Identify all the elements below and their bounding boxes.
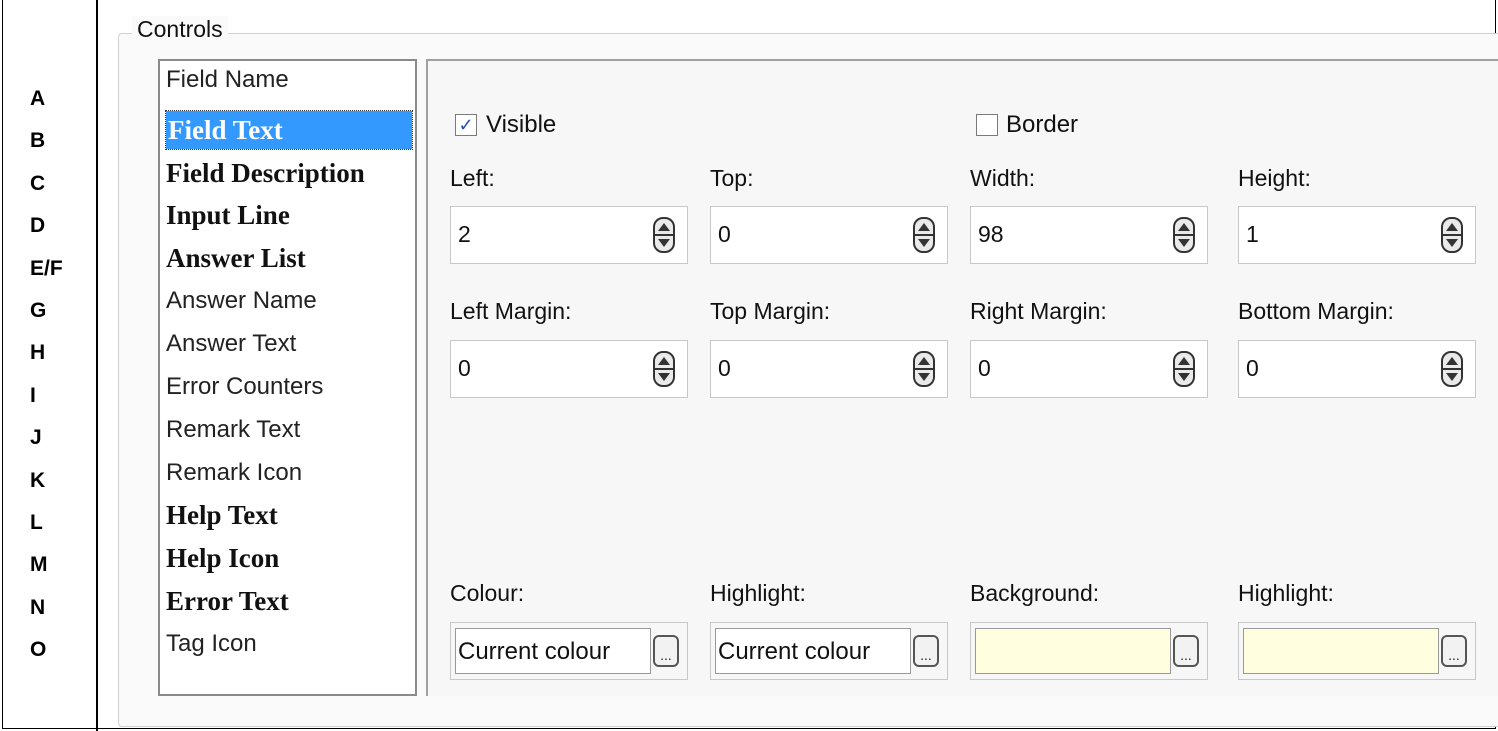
- list-item-error-counters[interactable]: Error Counters: [166, 368, 323, 406]
- top-margin-value[interactable]: 0: [718, 355, 731, 382]
- left-spinner[interactable]: 2: [450, 206, 688, 264]
- list-item-field-name[interactable]: Field Name: [166, 61, 289, 99]
- background-highlight-label: Highlight:: [1238, 580, 1334, 606]
- list-item-error-text[interactable]: Error Text: [166, 582, 289, 620]
- list-item-input-line[interactable]: Input Line: [166, 196, 290, 234]
- border-checkbox-label[interactable]: Border: [1006, 111, 1078, 139]
- background-highlight-browse-button[interactable]: ...: [1441, 635, 1467, 667]
- highlight-value: Current colour: [718, 638, 871, 665]
- colour-label: Colour:: [450, 580, 525, 606]
- height-spinner[interactable]: 1: [1238, 206, 1476, 264]
- list-item-field-description[interactable]: Field Description: [166, 154, 365, 192]
- spin-arrows-icon[interactable]: [1173, 351, 1195, 387]
- top-margin-label: Top Margin:: [710, 298, 831, 324]
- background-highlight-swatch[interactable]: [1243, 628, 1439, 674]
- background-swatch[interactable]: [975, 628, 1171, 674]
- controls-listbox[interactable]: Field Name Field Text Field Description …: [158, 59, 417, 696]
- spin-arrows-icon[interactable]: [653, 217, 675, 253]
- background-highlight-picker[interactable]: ...: [1238, 622, 1476, 680]
- list-item-answer-name[interactable]: Answer Name: [166, 282, 317, 320]
- colour-value: Current colour: [458, 638, 611, 665]
- background-label: Background:: [970, 580, 1100, 606]
- colour-picker[interactable]: Current colour ...: [450, 622, 688, 680]
- bottom-margin-spinner[interactable]: 0: [1238, 340, 1476, 398]
- row-letter: H: [30, 341, 46, 365]
- list-item-help-text[interactable]: Help Text: [166, 496, 278, 534]
- left-margin-label: Left Margin:: [450, 298, 572, 324]
- height-label: Height:: [1238, 165, 1311, 191]
- highlight-swatch[interactable]: Current colour: [715, 628, 911, 674]
- row-letter: C: [30, 171, 46, 195]
- height-value[interactable]: 1: [1246, 221, 1259, 248]
- bottom-margin-value[interactable]: 0: [1246, 355, 1259, 382]
- highlight-browse-button[interactable]: ...: [913, 635, 939, 667]
- left-margin-value[interactable]: 0: [458, 355, 471, 382]
- row-letter-column: A B C D E/F G H I J K L M N O: [2, 0, 98, 731]
- row-letter: A: [30, 87, 46, 110]
- row-letter: B: [30, 129, 46, 153]
- list-item-tag-icon[interactable]: Tag Icon: [166, 625, 257, 663]
- left-margin-spinner[interactable]: 0: [450, 340, 688, 398]
- left-label: Left:: [450, 165, 495, 191]
- row-letter: D: [30, 214, 46, 238]
- width-value[interactable]: 98: [978, 221, 1004, 248]
- highlight-picker[interactable]: Current colour ...: [710, 622, 948, 680]
- bottom-margin-label: Bottom Margin:: [1238, 298, 1394, 324]
- spin-arrows-icon[interactable]: [1173, 217, 1195, 253]
- border-checkbox[interactable]: [976, 114, 998, 136]
- row-letter: J: [30, 426, 42, 450]
- list-item-answer-list[interactable]: Answer List: [166, 239, 306, 277]
- row-letter: E/F: [30, 256, 63, 280]
- visible-checkbox[interactable]: ✓: [455, 114, 477, 136]
- spin-arrows-icon[interactable]: [1441, 217, 1463, 253]
- row-letter: M: [30, 553, 48, 577]
- spin-arrows-icon[interactable]: [1441, 351, 1463, 387]
- row-letter: L: [30, 510, 43, 534]
- top-margin-spinner[interactable]: 0: [710, 340, 948, 398]
- left-value[interactable]: 2: [458, 221, 471, 248]
- colour-swatch[interactable]: Current colour: [455, 628, 651, 674]
- width-label: Width:: [970, 165, 1036, 191]
- visible-checkbox-label[interactable]: Visible: [486, 111, 556, 139]
- list-item-remark-icon[interactable]: Remark Icon: [166, 454, 302, 492]
- row-letter: N: [30, 595, 46, 619]
- right-margin-label: Right Margin:: [970, 298, 1107, 324]
- spin-arrows-icon[interactable]: [913, 217, 935, 253]
- controls-group-title: Controls: [132, 16, 228, 43]
- list-item-answer-text[interactable]: Answer Text: [166, 325, 296, 363]
- list-item-help-icon[interactable]: Help Icon: [166, 539, 279, 577]
- row-letter: I: [30, 383, 36, 407]
- row-letter: G: [30, 298, 47, 322]
- row-letters: A B C D E/F G H I J K L M N O: [30, 78, 63, 671]
- top-value[interactable]: 0: [718, 221, 731, 248]
- highlight-label: Highlight:: [710, 580, 806, 606]
- right-margin-value[interactable]: 0: [978, 355, 991, 382]
- background-browse-button[interactable]: ...: [1173, 635, 1199, 667]
- row-letter: K: [30, 468, 46, 492]
- width-spinner[interactable]: 98: [970, 206, 1208, 264]
- background-picker[interactable]: ...: [970, 622, 1208, 680]
- top-label: Top:: [710, 165, 754, 191]
- list-item-remark-text[interactable]: Remark Text: [166, 411, 300, 449]
- right-margin-spinner[interactable]: 0: [970, 340, 1208, 398]
- top-spinner[interactable]: 0: [710, 206, 948, 264]
- spin-arrows-icon[interactable]: [653, 351, 675, 387]
- colour-browse-button[interactable]: ...: [653, 635, 679, 667]
- row-letter: O: [30, 638, 47, 662]
- spin-arrows-icon[interactable]: [913, 351, 935, 387]
- list-item-field-text[interactable]: Field Text: [165, 110, 413, 150]
